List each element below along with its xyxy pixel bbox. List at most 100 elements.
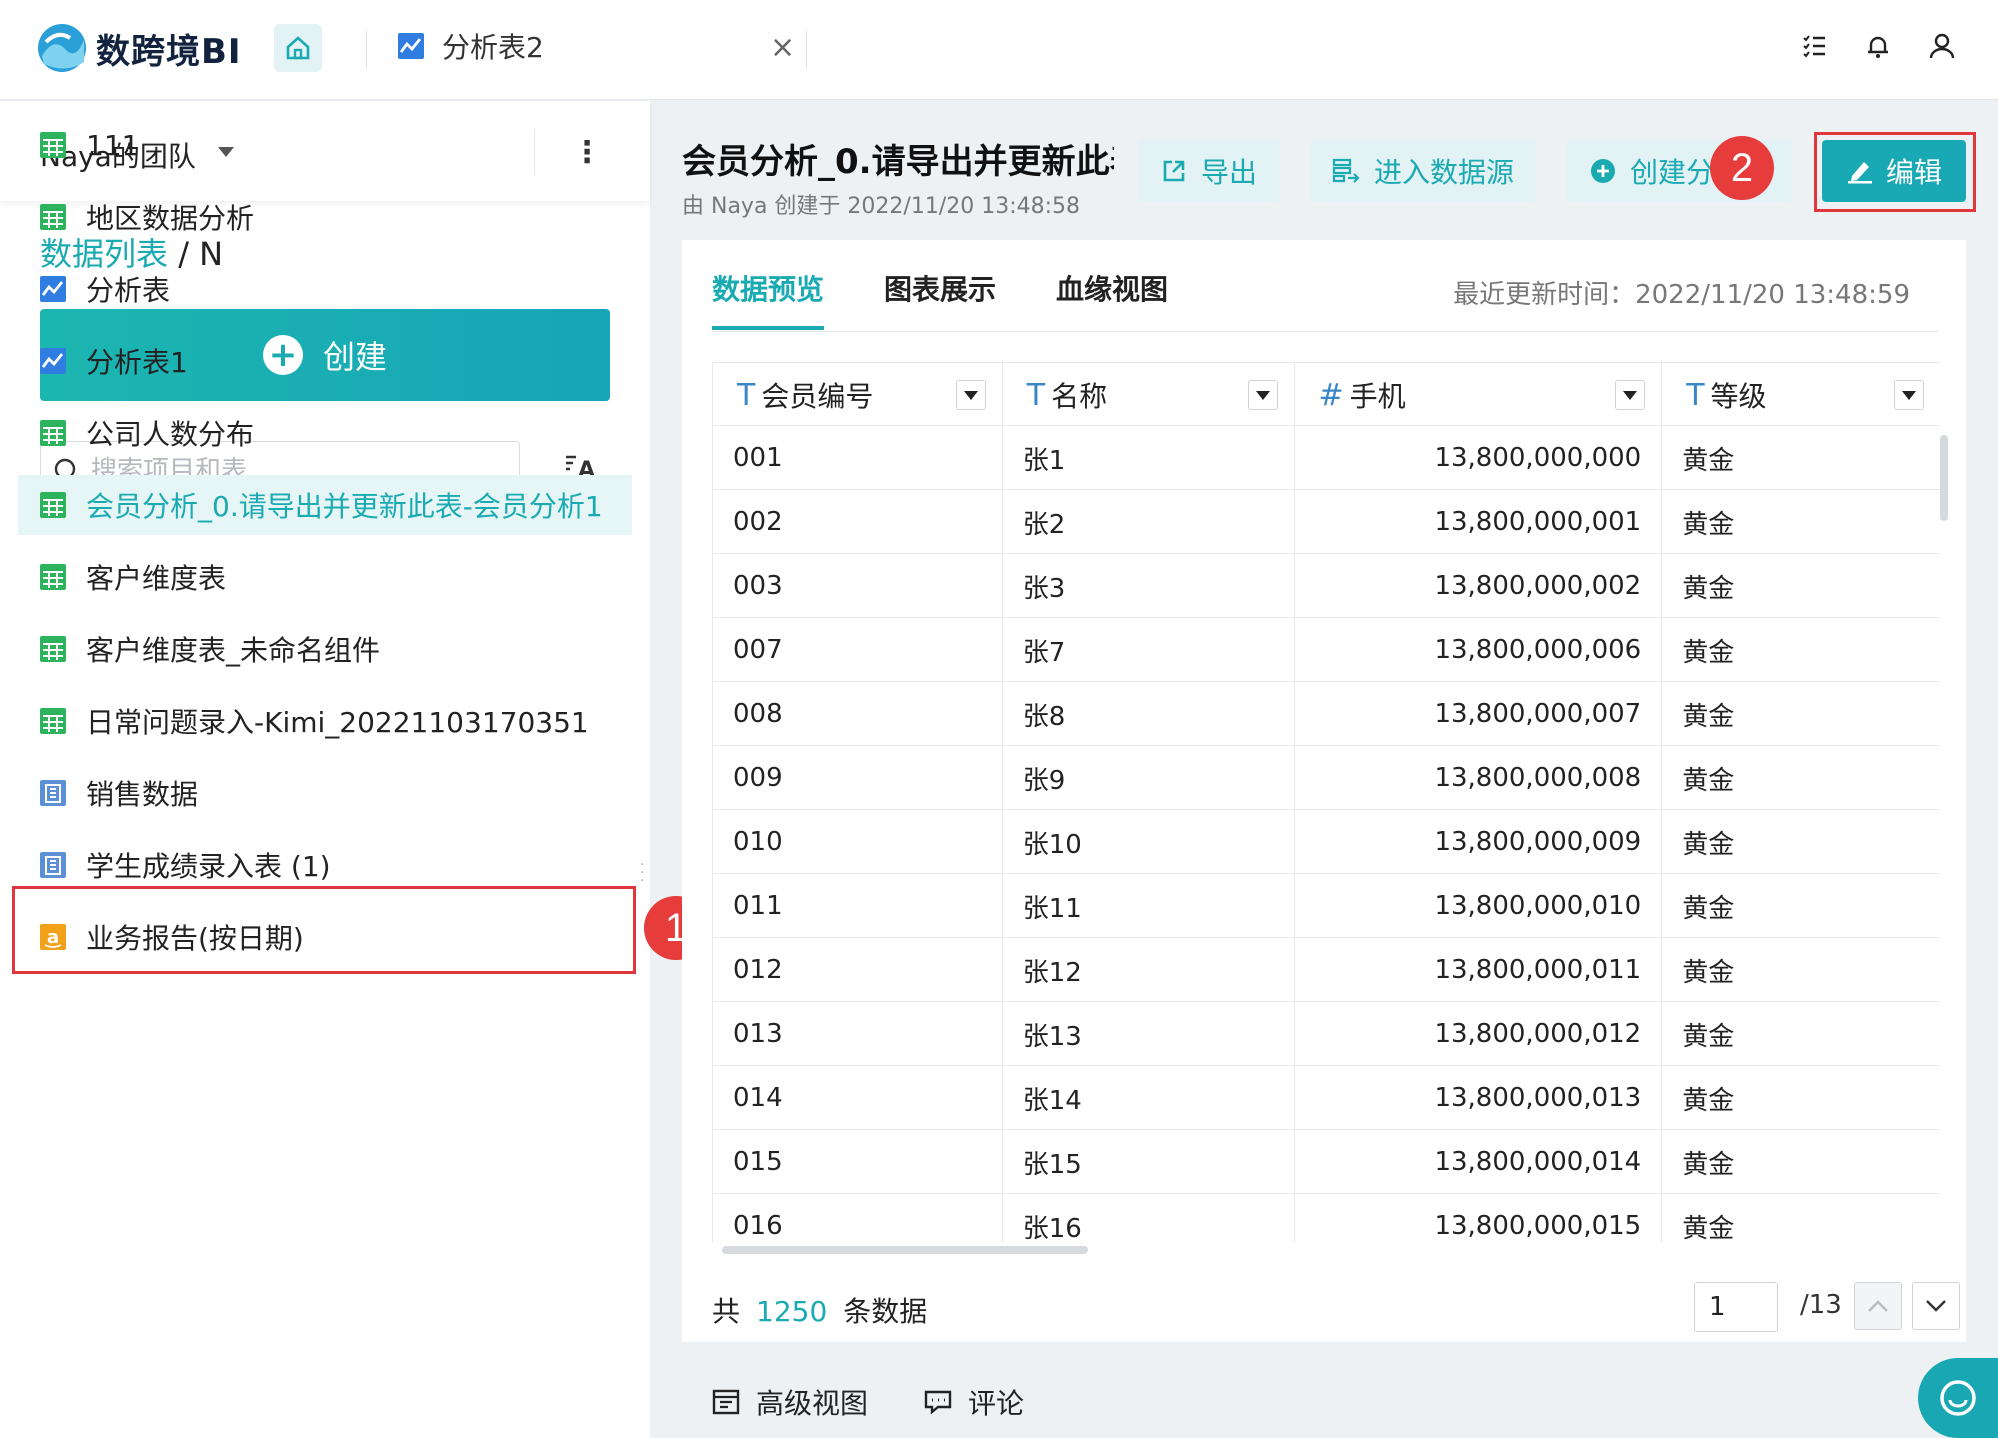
table-cell: 014 bbox=[713, 1066, 1003, 1130]
chat-support-button[interactable] bbox=[1918, 1358, 1998, 1438]
next-page-button[interactable] bbox=[1912, 1282, 1960, 1330]
column-menu-dropdown[interactable] bbox=[1247, 380, 1278, 410]
vertical-scrollbar[interactable] bbox=[1940, 435, 1948, 521]
comments-link[interactable]: 评论 bbox=[924, 1382, 1024, 1422]
table-cell: 13,800,000,014 bbox=[1295, 1130, 1663, 1194]
comments-label: 评论 bbox=[968, 1387, 1025, 1420]
close-tab-icon[interactable]: × bbox=[770, 30, 795, 65]
edit-icon bbox=[1847, 162, 1872, 184]
advanced-view-link[interactable]: 高级视图 bbox=[712, 1382, 868, 1422]
sidebar: Naya的团队 ⋮ 数据列表 / N + 创建 A 111地区数据分析分析表分析… bbox=[0, 101, 650, 1438]
table-row: 010 张10 13,800,000,009 黄金 bbox=[712, 810, 1940, 874]
table-cell: 13,800,000,012 bbox=[1295, 1002, 1663, 1066]
divider bbox=[806, 30, 807, 68]
top-bar: 数跨境BI 分析表2 × bbox=[0, 0, 1998, 100]
sidebar-item-label: 分析表1 bbox=[86, 346, 188, 379]
sidebar-item[interactable]: 公司人数分布 bbox=[40, 403, 254, 463]
table-cell: 张3 bbox=[1003, 554, 1295, 618]
sidebar-item[interactable]: 日常问题录入-Kimi_20221103170351 bbox=[40, 691, 589, 751]
table-cell: 013 bbox=[713, 1002, 1003, 1066]
advanced-view-label: 高级视图 bbox=[756, 1387, 869, 1420]
plus-circle-icon bbox=[1591, 159, 1615, 183]
column-header[interactable]: # 手机 bbox=[1295, 363, 1663, 427]
resize-handle[interactable]: · · · bbox=[640, 858, 644, 888]
total-number: 1250 bbox=[756, 1295, 828, 1328]
edit-label: 编辑 bbox=[1885, 156, 1942, 189]
brand-name: 数跨境BI bbox=[96, 31, 242, 72]
brand-logo[interactable]: 数跨境BI bbox=[36, 22, 242, 74]
column-header[interactable]: T 名称 bbox=[1003, 363, 1295, 427]
table-cell: 002 bbox=[713, 490, 1003, 554]
chart-icon bbox=[40, 348, 66, 374]
sidebar-item[interactable]: 分析表1 bbox=[40, 331, 188, 391]
table-icon bbox=[40, 564, 66, 590]
sidebar-item[interactable]: 分析表 bbox=[40, 259, 170, 319]
column-menu-dropdown[interactable] bbox=[955, 380, 986, 410]
sidebar-item[interactable]: 客户维度表 bbox=[40, 547, 226, 607]
enter-datasource-label: 进入数据源 bbox=[1373, 156, 1514, 189]
export-button[interactable]: 导出 bbox=[1138, 140, 1280, 202]
user-icon[interactable] bbox=[1926, 30, 1958, 62]
sidebar-item-label: 分析表 bbox=[86, 274, 171, 307]
tab-data-preview[interactable]: 数据预览 bbox=[712, 268, 824, 308]
sidebar-item-label: 客户维度表 bbox=[86, 562, 227, 595]
table-cell: 黄金 bbox=[1682, 893, 1735, 924]
table-row: 016 张16 13,800,000,015 黄金 bbox=[712, 1194, 1940, 1242]
more-icon[interactable]: ⋮ bbox=[572, 135, 602, 170]
data-table: T 会员编号 T 名称 # 手机 T 等级 001 张1 13,800,000,000 黄金 0… bbox=[712, 362, 1940, 1242]
table-cell: 009 bbox=[713, 746, 1003, 810]
table-cell: 张12 bbox=[1003, 938, 1295, 1002]
chart-icon bbox=[40, 276, 66, 302]
page-input[interactable]: 1 bbox=[1694, 1282, 1778, 1332]
table-cell: 13,800,000,011 bbox=[1295, 938, 1663, 1002]
table-icon bbox=[40, 204, 66, 230]
table-cell: 015 bbox=[713, 1130, 1003, 1194]
bell-icon[interactable] bbox=[1862, 30, 1894, 62]
column-menu-dropdown[interactable] bbox=[1615, 380, 1646, 410]
enter-datasource-button[interactable]: 进入数据源 bbox=[1310, 140, 1536, 202]
export-icon bbox=[1163, 160, 1185, 182]
column-header[interactable]: T 会员编号 bbox=[713, 363, 1003, 427]
create-analysis-label: 创建分 bbox=[1630, 156, 1715, 189]
edit-button[interactable]: 编辑 bbox=[1822, 140, 1966, 202]
active-tab-indicator bbox=[712, 326, 824, 330]
sidebar-item[interactable]: 地区数据分析 bbox=[40, 187, 254, 247]
tab-lineage-view[interactable]: 血缘视图 bbox=[1056, 268, 1168, 308]
table-cell: 黄金 bbox=[1682, 765, 1735, 796]
column-name: 等级 bbox=[1710, 380, 1767, 413]
table-cell: 张8 bbox=[1003, 682, 1295, 746]
column-menu-dropdown[interactable] bbox=[1894, 380, 1924, 410]
column-header[interactable]: T 等级 bbox=[1662, 363, 1940, 427]
page-title: 会员分析_0.请导出并更新此表-会员分析1 bbox=[682, 142, 1114, 182]
headset-icon bbox=[1940, 1380, 1976, 1416]
sidebar-item[interactable]: 会员分析_0.请导出并更新此表-会员分析1 bbox=[18, 475, 632, 535]
sidebar-item-label: 地区数据分析 bbox=[86, 202, 255, 235]
table-cell: 007 bbox=[713, 618, 1003, 682]
sidebar-item[interactable]: 客户维度表_未命名组件 bbox=[40, 619, 380, 679]
sidebar-item[interactable]: 销售数据 bbox=[40, 763, 198, 823]
table-cell: 012 bbox=[713, 938, 1003, 1002]
horizontal-scrollbar[interactable] bbox=[722, 1246, 1088, 1254]
table-cell: 张2 bbox=[1003, 490, 1295, 554]
task-list-icon[interactable] bbox=[1798, 30, 1830, 62]
prev-page-button[interactable] bbox=[1854, 1282, 1902, 1330]
table-cell: 张13 bbox=[1003, 1002, 1295, 1066]
open-tab[interactable]: 分析表2 bbox=[398, 26, 544, 66]
table-cell: 黄金 bbox=[1682, 1021, 1735, 1052]
tab-chart-display[interactable]: 图表展示 bbox=[884, 268, 996, 308]
table-cell: 13,800,000,002 bbox=[1295, 554, 1663, 618]
building-icon bbox=[40, 852, 66, 878]
sidebar-item[interactable]: 111 bbox=[40, 115, 139, 175]
table-cell: 张15 bbox=[1003, 1130, 1295, 1194]
table-cell: 13,800,000,006 bbox=[1295, 618, 1663, 682]
table-cell: 张7 bbox=[1003, 618, 1295, 682]
table-cell: 010 bbox=[713, 810, 1003, 874]
table-cell: 黄金 bbox=[1682, 701, 1735, 732]
highlight-frame-1 bbox=[12, 886, 636, 974]
table-row: 014 张14 13,800,000,013 黄金 bbox=[712, 1066, 1940, 1130]
divider bbox=[366, 30, 367, 68]
comment-icon bbox=[924, 1390, 952, 1415]
table-row: 002 张2 13,800,000,001 黄金 bbox=[712, 490, 1940, 554]
home-button[interactable] bbox=[274, 24, 322, 72]
sidebar-item-label: 销售数据 bbox=[86, 778, 199, 811]
